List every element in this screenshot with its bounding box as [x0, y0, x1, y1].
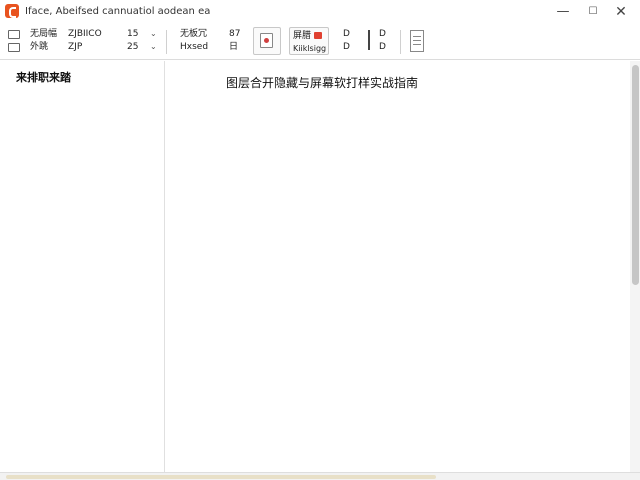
- maximize-button[interactable]: ☐: [578, 0, 608, 24]
- layer-icon[interactable]: [8, 30, 20, 39]
- pin-button[interactable]: [253, 27, 281, 55]
- window-title: Iface, Abeifsed cannuatiol aodean ea: [25, 6, 211, 17]
- row1-label[interactable]: 无局幅: [30, 29, 57, 40]
- option-toggle-4[interactable]: D: [379, 42, 386, 53]
- style-row2-label: Kiiklsigg: [293, 44, 327, 53]
- toolbar-divider: [166, 30, 167, 54]
- group2-row1-label[interactable]: 无板冗: [180, 29, 207, 40]
- pin-icon: [260, 33, 273, 48]
- group2-value-1[interactable]: 87: [229, 29, 240, 40]
- option-toggle-3[interactable]: D: [379, 29, 386, 40]
- ribbon-toolbar: 无局幅 外跳 ZJBIICO ZJP 15 25 ⌄ ⌄ 无板冗 Hxsed 8…: [0, 24, 640, 60]
- vertical-scrollbar[interactable]: [630, 61, 640, 472]
- row2-label[interactable]: 外跳: [30, 42, 48, 53]
- sidebar-panel: 来排职来踏: [4, 61, 165, 472]
- chevron-down-icon[interactable]: ⌄: [150, 29, 157, 38]
- sidebar-heading[interactable]: 来排职来踏: [16, 69, 71, 85]
- row1-number[interactable]: 15: [127, 29, 138, 40]
- app-logo-icon: [5, 4, 19, 18]
- document-canvas[interactable]: 图层合开隐藏与屏幕软打样实战指南: [166, 61, 630, 472]
- option-toggle-2[interactable]: D: [343, 42, 350, 53]
- row2-number[interactable]: 25: [127, 42, 138, 53]
- style-button[interactable]: 屏腊 Kiiklsigg: [289, 27, 329, 55]
- toolbar-divider: [368, 30, 370, 50]
- group2-value-2[interactable]: 日: [229, 42, 238, 53]
- horizontal-scrollbar-thumb[interactable]: [6, 475, 436, 479]
- option-toggle-1[interactable]: D: [343, 29, 350, 40]
- horizontal-scrollbar[interactable]: [0, 472, 640, 480]
- toolbar-divider: [400, 30, 401, 54]
- visibility-icon[interactable]: [8, 43, 20, 52]
- row1-code[interactable]: ZJBIICO: [68, 29, 102, 40]
- minimize-button[interactable]: —: [548, 0, 578, 24]
- scrollbar-thumb[interactable]: [632, 65, 639, 285]
- document-icon[interactable]: [410, 30, 424, 52]
- chevron-down-icon[interactable]: ⌄: [150, 42, 157, 51]
- row2-code[interactable]: ZJP: [68, 42, 82, 53]
- style-row1-label: 屏腊: [293, 31, 312, 41]
- document-title: 图层合开隐藏与屏幕软打样实战指南: [226, 76, 419, 90]
- group2-row2-label[interactable]: Hxsed: [180, 42, 208, 53]
- title-bar: Iface, Abeifsed cannuatiol aodean ea — ☐…: [0, 0, 640, 24]
- color-swatch-icon: [314, 32, 322, 39]
- close-button[interactable]: ✕: [606, 0, 636, 24]
